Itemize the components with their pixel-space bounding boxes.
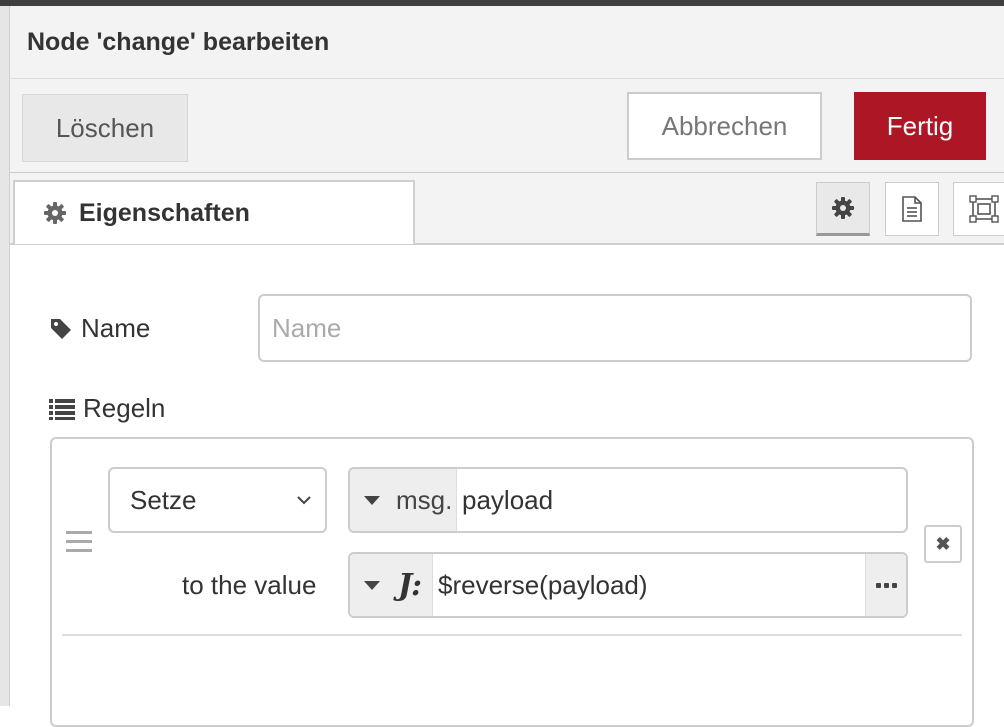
caret-down-icon	[364, 580, 380, 590]
drag-handle-icon[interactable]	[66, 531, 92, 553]
rules-label-row: Regeln	[49, 393, 165, 424]
name-label: Name	[81, 313, 151, 343]
dialog-header: Node 'change' bearbeiten	[10, 6, 1004, 79]
value-typed-input[interactable]: J: $reverse(payload)	[348, 552, 908, 618]
property-typed-input[interactable]: msg. payload	[348, 467, 908, 533]
rule-action-value: Setze	[130, 484, 197, 515]
gear-icon	[44, 202, 66, 224]
properties-panel: Name Regeln Setze msg.	[10, 245, 1004, 727]
value-type-selector[interactable]: J:	[350, 554, 433, 616]
chevron-down-icon	[297, 496, 311, 505]
expand-editor-button[interactable]	[865, 554, 906, 616]
node-appearance-icon	[969, 195, 999, 223]
rule-divider	[62, 634, 962, 636]
tab-bar: Eigenschaften	[10, 173, 1004, 245]
caret-down-icon	[364, 495, 380, 505]
rules-label: Regeln	[83, 393, 166, 423]
property-value[interactable]: payload	[462, 469, 553, 531]
description-tab-button[interactable]	[885, 182, 939, 236]
to-value-label: to the value	[182, 569, 317, 600]
tag-icon	[51, 318, 71, 339]
node-properties-tab-button[interactable]	[816, 182, 870, 236]
delete-button[interactable]: Löschen	[22, 94, 188, 162]
property-type-label: msg.	[396, 484, 453, 515]
list-icon	[49, 398, 75, 420]
expression-value[interactable]: $reverse(payload)	[438, 554, 648, 616]
rules-list: Setze msg. payload to the value J: $reve…	[50, 437, 974, 727]
ellipsis-icon	[875, 582, 897, 588]
remove-rule-button[interactable]: ✖	[924, 525, 962, 563]
property-type-selector[interactable]: msg.	[350, 469, 457, 531]
left-edge	[0, 6, 10, 706]
cancel-button[interactable]: Abbrechen	[627, 92, 822, 160]
gear-icon	[832, 197, 854, 219]
tab-properties-label: Eigenschaften	[79, 198, 250, 227]
dialog-toolbar: Löschen Abbrechen Fertig	[10, 79, 1004, 173]
done-button[interactable]: Fertig	[854, 92, 986, 160]
name-input[interactable]	[258, 294, 972, 362]
dialog-title: Node 'change' bearbeiten	[27, 28, 330, 56]
document-icon	[902, 196, 922, 222]
rule-action-select[interactable]: Setze	[108, 467, 327, 533]
appearance-tab-button[interactable]	[953, 182, 1004, 236]
jsonata-icon: J:	[398, 567, 423, 603]
tab-properties[interactable]: Eigenschaften	[13, 180, 415, 244]
name-label-row: Name	[49, 313, 150, 344]
